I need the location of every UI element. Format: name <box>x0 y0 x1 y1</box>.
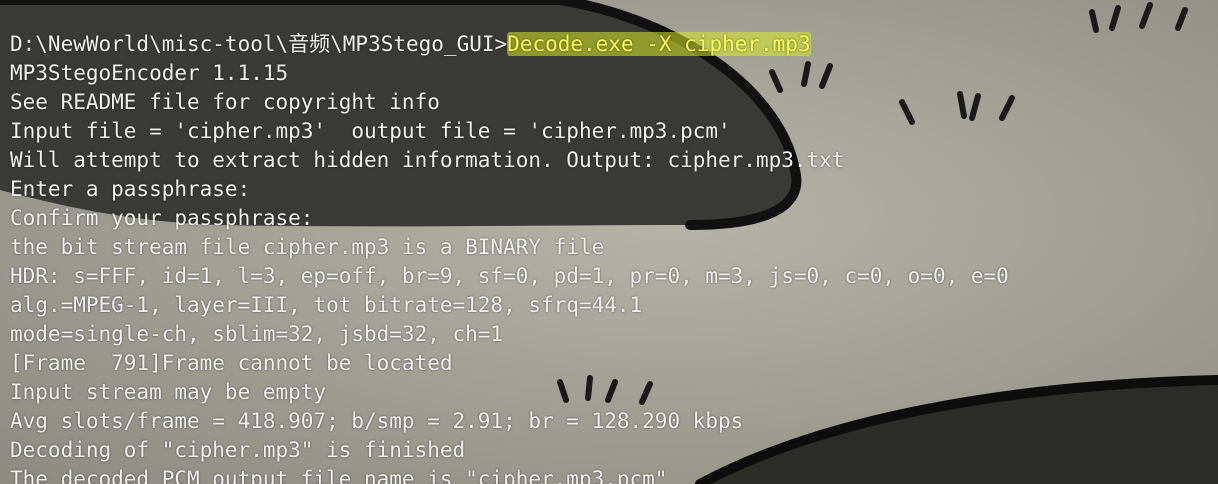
output-line: Input stream may be empty <box>10 380 327 404</box>
command-text: Decode.exe -X cipher.mp3 <box>507 32 811 56</box>
output-line: MP3StegoEncoder 1.1.15 <box>10 61 289 85</box>
output-line: Will attempt to extract hidden informati… <box>10 148 845 172</box>
output-line: the bit stream file cipher.mp3 is a BINA… <box>10 235 605 259</box>
output-line: [Frame 791]Frame cannot be located <box>10 351 453 375</box>
terminal-prompt-line: D:\NewWorld\misc-tool\音频\MP3Stego_GUI>De… <box>10 30 1218 59</box>
output-line: HDR: s=FFF, id=1, l=3, ep=off, br=9, sf=… <box>10 264 1009 288</box>
terminal-window[interactable]: D:\NewWorld\misc-tool\音频\MP3Stego_GUI>De… <box>0 0 1218 484</box>
output-line: See README file for copyright info <box>10 90 440 114</box>
prompt-path: D:\NewWorld\misc-tool\音频\MP3Stego_GUI> <box>10 32 508 56</box>
output-line: alg.=MPEG-1, layer=III, tot bitrate=128,… <box>10 293 643 317</box>
output-line: mode=single-ch, sblim=32, jsbd=32, ch=1 <box>10 322 504 346</box>
output-line: The decoded PCM output file name is "cip… <box>10 467 668 484</box>
output-line: Confirm your passphrase: <box>10 206 314 230</box>
output-line: Enter a passphrase: <box>10 177 251 201</box>
output-line: Avg slots/frame = 418.907; b/smp = 2.91;… <box>10 409 744 433</box>
output-line: Input file = 'cipher.mp3' output file = … <box>10 119 731 143</box>
output-line: Decoding of "cipher.mp3" is finished <box>10 438 466 462</box>
